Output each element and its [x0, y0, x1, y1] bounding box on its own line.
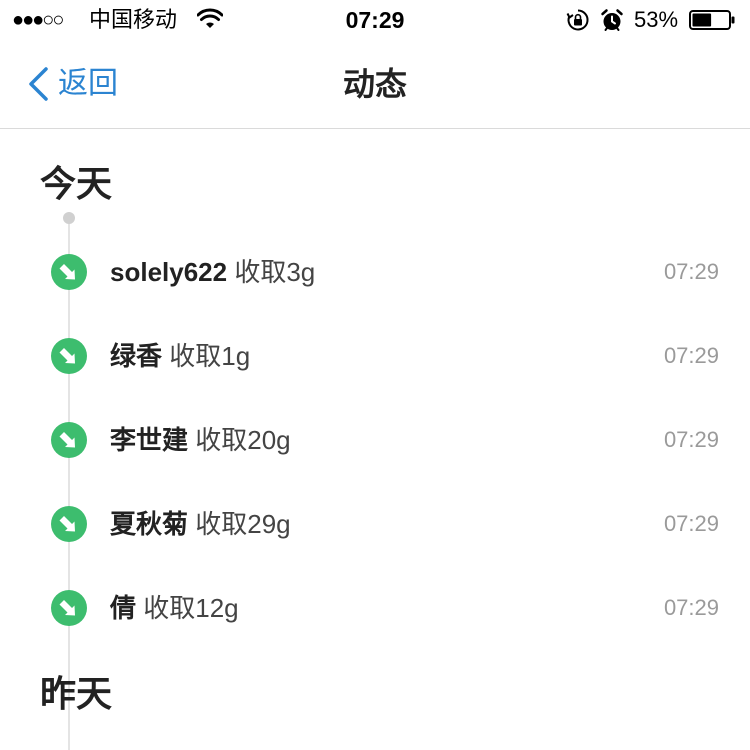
- section-heading-today: 今天: [40, 163, 113, 204]
- feed-item-action: 收取20g: [195, 425, 291, 455]
- collect-energy-icon: [51, 506, 87, 542]
- battery-percent: 53%: [634, 7, 679, 32]
- feed-item-action: 收取3g: [234, 257, 316, 287]
- feed-item[interactable]: 李世建 收取20g 07:29: [0, 410, 750, 470]
- page-title: 动态: [342, 66, 407, 102]
- alarm-icon: [601, 9, 623, 31]
- feed-item-time: 07:29: [663, 595, 719, 620]
- feed-item[interactable]: 夏秋菊 收取29g 07:29: [0, 494, 750, 554]
- collect-energy-icon: [51, 254, 87, 290]
- feed-item-name: 绿香: [110, 341, 163, 371]
- feed-item-text: 李世建 收取20g: [110, 422, 291, 458]
- feed-item-time: 07:29: [663, 259, 719, 284]
- feed-item-name: 倩: [110, 593, 137, 623]
- navigation-bar: 返回 动态: [0, 40, 750, 129]
- feed-item[interactable]: 绿香 收取1g 07:29: [0, 326, 750, 386]
- feed-item-name: solely622: [110, 257, 228, 287]
- collect-energy-icon: [51, 590, 87, 626]
- section-heading-yesterday: 昨天: [40, 673, 113, 714]
- feed-item[interactable]: solely622 收取3g 07:29: [0, 242, 750, 302]
- feed-item-action: 收取12g: [143, 593, 239, 623]
- feed-item-name: 夏秋菊: [110, 509, 189, 539]
- feed-item-text: 绿香 收取1g: [110, 338, 250, 374]
- battery-icon: [689, 10, 735, 30]
- feed-item-text: solely622 收取3g: [110, 254, 315, 290]
- status-bar: ●●●○○ 中国移动 07:29 53%: [0, 0, 750, 40]
- collect-energy-icon: [51, 338, 87, 374]
- feed-item-name: 李世建: [110, 425, 189, 455]
- feed-item[interactable]: 倩 收取12g 07:29: [0, 578, 750, 638]
- rotation-lock-icon: [566, 9, 589, 31]
- feed-item-time: 07:29: [663, 427, 719, 452]
- feed-item-time: 07:29: [663, 511, 719, 536]
- feed-item-action: 收取29g: [195, 509, 291, 539]
- feed-item-action: 收取1g: [169, 341, 251, 371]
- timeline-start-dot: [63, 212, 75, 224]
- feed-item-text: 倩 收取12g: [110, 590, 239, 626]
- collect-energy-icon: [51, 422, 87, 458]
- feed-item-text: 夏秋菊 收取29g: [110, 506, 291, 542]
- feed-item-time: 07:29: [663, 343, 719, 368]
